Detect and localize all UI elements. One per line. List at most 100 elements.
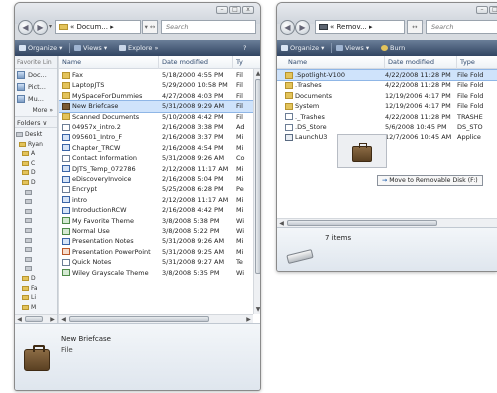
column-header-date[interactable]: Date modified bbox=[385, 56, 457, 69]
scroll-right-arrow[interactable]: ▶ bbox=[244, 315, 253, 323]
tree-item[interactable] bbox=[15, 226, 57, 236]
back-button[interactable]: ◀ bbox=[18, 20, 33, 35]
tree-item[interactable] bbox=[15, 216, 57, 226]
tree-item[interactable] bbox=[15, 197, 57, 207]
back-button[interactable]: ◀ bbox=[280, 20, 295, 35]
burn-button[interactable]: Burn bbox=[381, 40, 405, 56]
nav-horizontal-scrollbar[interactable]: ◀ ▶ bbox=[15, 314, 57, 323]
file-row[interactable]: Fax 5/18/2000 4:55 PM Fil bbox=[59, 70, 260, 80]
recent-pages-dropdown[interactable]: ▾ bbox=[49, 23, 52, 30]
tree-item[interactable]: D bbox=[15, 178, 57, 188]
file-row[interactable]: Quick Notes 5/31/2008 9:27 AM Te bbox=[59, 257, 260, 267]
file-row[interactable]: Presentation Notes 5/31/2008 9:26 AM Mi bbox=[59, 236, 260, 246]
address-bar[interactable]: « Remov... ▸ bbox=[315, 20, 405, 34]
scroll-up-arrow[interactable]: ▲ bbox=[254, 69, 260, 78]
scroll-left-arrow[interactable]: ◀ bbox=[15, 315, 24, 323]
file-row[interactable]: 095601_Intro_F 2/16/2008 3:37 PM Mi bbox=[59, 132, 260, 142]
maximize-button[interactable]: □ bbox=[489, 6, 497, 14]
file-row[interactable]: LaptopJTS 5/29/2000 10:58 PM Fil bbox=[59, 80, 260, 90]
file-row[interactable]: Presentation PowerPoint 5/31/2008 9:25 AM… bbox=[59, 247, 260, 257]
tree-item[interactable]: D bbox=[15, 168, 57, 178]
tree-item[interactable] bbox=[15, 207, 57, 217]
file-row[interactable]: LaunchU3 12/7/2006 10:45 AM Applice bbox=[277, 132, 497, 142]
tree-item[interactable] bbox=[15, 264, 57, 274]
file-row[interactable]: Wiley Grayscale Theme 3/8/2008 5:35 PM Wi bbox=[59, 268, 260, 278]
file-row[interactable]: ._Trashes 4/22/2008 11:28 PM TRASHE bbox=[277, 112, 497, 122]
file-row[interactable]: IntroductionRCW 2/16/2008 4:42 PM Mi bbox=[59, 205, 260, 215]
refresh-button[interactable]: ▾ ↔ bbox=[142, 20, 158, 34]
address-chevron-icon[interactable]: ▸ bbox=[110, 23, 114, 31]
file-row[interactable]: New Briefcase 5/31/2008 9:29 AM Fil bbox=[59, 100, 260, 113]
drag-preview bbox=[337, 134, 387, 168]
file-row[interactable]: Scanned Documents 5/10/2008 4:42 PM Fil bbox=[59, 112, 260, 122]
file-row[interactable]: Normal Use 3/8/2008 5:22 PM Wi bbox=[59, 226, 260, 236]
close-button[interactable]: x bbox=[242, 6, 254, 14]
column-header-type[interactable]: Ty bbox=[233, 56, 253, 69]
organize-button[interactable]: Organize ▾ bbox=[281, 40, 324, 56]
search-input[interactable]: Search bbox=[161, 20, 256, 34]
file-row[interactable]: eDiscoveryInvoice 2/16/2008 5:04 PM Mi bbox=[59, 174, 260, 184]
tree-item[interactable]: Li bbox=[15, 293, 57, 303]
file-row[interactable]: .Spotlight-V100 4/22/2008 11:28 PM File Fo… bbox=[277, 68, 497, 82]
folders-toggle[interactable]: Folders ∨ bbox=[15, 116, 57, 128]
file-row[interactable]: .DS_Store 5/6/2008 10:45 PM DS_STO bbox=[277, 122, 497, 132]
tree-item[interactable] bbox=[15, 188, 57, 198]
tree-item[interactable] bbox=[15, 245, 57, 255]
views-button[interactable]: Views ▾ bbox=[336, 40, 369, 56]
tree-item-desktop[interactable]: Deskt bbox=[15, 130, 57, 140]
file-row[interactable]: Encrypt 5/25/2008 6:28 PM Pe bbox=[59, 184, 260, 194]
scroll-thumb[interactable] bbox=[69, 316, 209, 322]
file-row[interactable]: DJTS_Temp_072786 2/12/2008 11:17 AM Mi bbox=[59, 164, 260, 174]
file-row[interactable]: System 12/19/2006 4:17 PM File Fold bbox=[277, 101, 497, 111]
favorite-link-music[interactable]: Mu... bbox=[15, 93, 57, 105]
minimize-button[interactable]: – bbox=[476, 6, 488, 14]
maximize-button[interactable]: □ bbox=[229, 6, 241, 14]
horizontal-scrollbar[interactable]: ◀ ▶ bbox=[59, 314, 253, 323]
file-row[interactable]: intro 2/12/2008 11:17 AM Mi bbox=[59, 195, 260, 205]
tree-item[interactable]: Fa bbox=[15, 284, 57, 294]
folder-icon bbox=[22, 151, 29, 157]
vertical-scrollbar[interactable]: ▲ ▼ bbox=[253, 69, 260, 314]
scroll-left-arrow[interactable]: ◀ bbox=[59, 315, 68, 323]
help-button[interactable]: ? bbox=[243, 40, 246, 56]
favorite-link-documents[interactable]: Doc... bbox=[15, 69, 57, 81]
tree-item-user[interactable]: Ryan bbox=[15, 140, 57, 150]
refresh-button[interactable]: ↔ bbox=[407, 20, 423, 34]
scroll-thumb[interactable] bbox=[25, 316, 43, 322]
scroll-left-arrow[interactable]: ◀ bbox=[277, 219, 286, 227]
column-header-type[interactable]: Type bbox=[457, 56, 497, 69]
search-input[interactable]: Search bbox=[426, 20, 497, 34]
file-name-cell: .DS_Store bbox=[285, 122, 385, 132]
forward-button[interactable]: ▶ bbox=[33, 20, 48, 35]
scroll-right-arrow[interactable]: ▶ bbox=[48, 315, 57, 323]
file-row[interactable]: 04957x_intro.2 2/16/2008 3:38 PM Ad bbox=[59, 122, 260, 132]
file-row[interactable]: My Favorite Theme 3/8/2008 5:38 PM Wi bbox=[59, 216, 260, 226]
horizontal-scrollbar[interactable]: ◀ bbox=[277, 218, 497, 227]
column-header-name[interactable]: Name bbox=[285, 56, 385, 69]
tree-item[interactable]: M bbox=[15, 303, 57, 313]
scroll-thumb[interactable] bbox=[255, 79, 260, 274]
forward-button[interactable]: ▶ bbox=[295, 20, 310, 35]
file-row[interactable]: Contact Information 5/31/2008 9:26 AM Co bbox=[59, 153, 260, 163]
address-bar[interactable]: « Docum... ▸ bbox=[55, 20, 141, 34]
favorite-link-pictures[interactable]: Pict... bbox=[15, 81, 57, 93]
organize-button[interactable]: Organize ▾ bbox=[19, 40, 62, 56]
file-row[interactable]: Documents 12/19/2006 4:17 PM File Fold bbox=[277, 91, 497, 101]
column-header-date[interactable]: Date modified bbox=[159, 56, 233, 69]
scroll-down-arrow[interactable]: ▼ bbox=[254, 305, 260, 314]
scroll-thumb[interactable] bbox=[287, 220, 437, 226]
tree-item[interactable]: C bbox=[15, 159, 57, 169]
file-row[interactable]: Chapter_TRCW 2/16/2008 4:54 PM Mi bbox=[59, 143, 260, 153]
file-row[interactable]: .Trashes 4/22/2008 11:28 PM File Fold bbox=[277, 80, 497, 90]
explore-button[interactable]: Explore » bbox=[119, 40, 158, 56]
column-header-name[interactable]: Name bbox=[59, 56, 159, 69]
minimize-button[interactable]: – bbox=[216, 6, 228, 14]
views-button[interactable]: Views ▾ bbox=[74, 40, 107, 56]
tree-item[interactable]: A bbox=[15, 149, 57, 159]
tree-item[interactable]: D bbox=[15, 274, 57, 284]
file-row[interactable]: MySpaceForDummies 4/27/2008 4:03 PM Fil bbox=[59, 91, 260, 101]
tree-item[interactable] bbox=[15, 255, 57, 265]
address-chevron-icon[interactable]: ▸ bbox=[369, 23, 373, 31]
more-links[interactable]: More » bbox=[15, 105, 57, 116]
tree-item[interactable] bbox=[15, 236, 57, 246]
